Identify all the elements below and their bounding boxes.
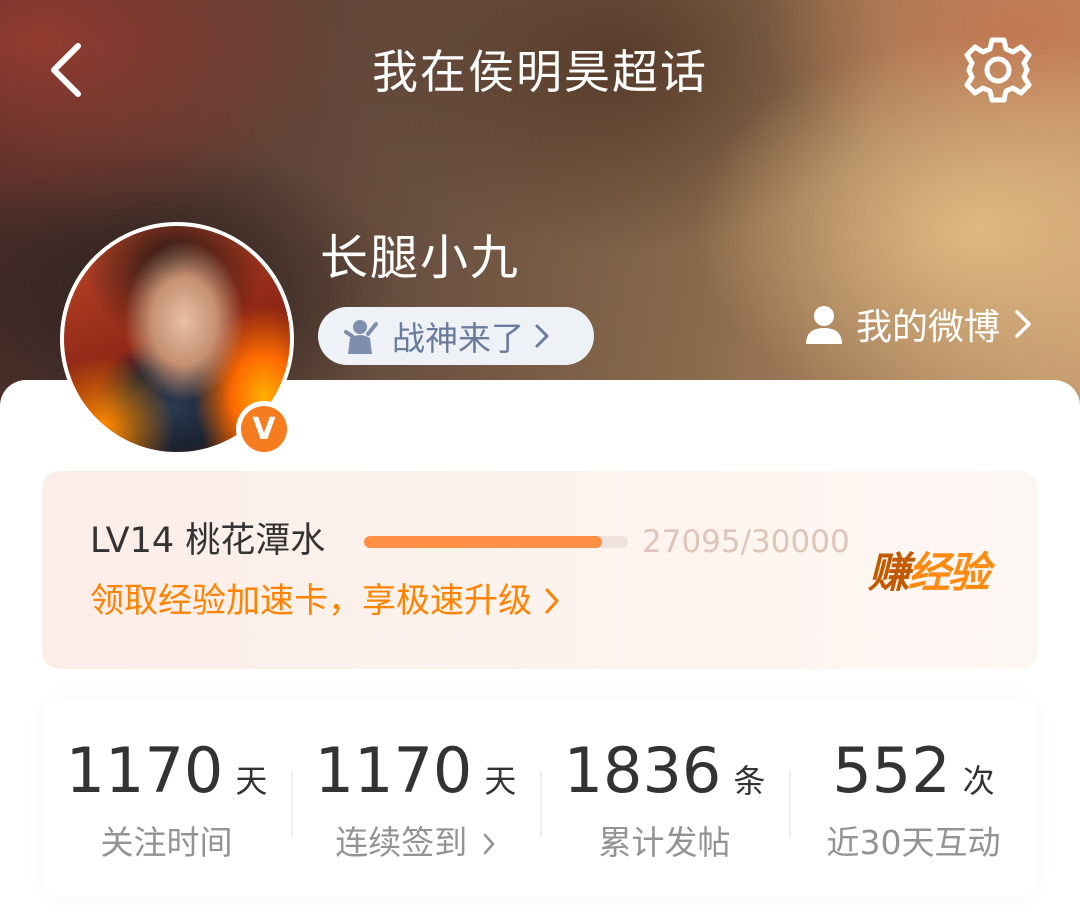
stats-card: 1170 天 关注时间 1170 天 连续签到 1836 条 累计发帖 552 次 近3…	[42, 697, 1038, 897]
stat-label: 累计发帖	[598, 823, 731, 862]
verified-badge: V	[236, 401, 292, 457]
stat-value: 1170	[314, 734, 473, 807]
level-progress-text: 27095/30000	[642, 524, 850, 560]
mascot-icon	[344, 320, 378, 354]
chevron-right-icon	[1015, 310, 1031, 338]
level-name: LV14 桃花潭水	[90, 521, 326, 561]
level-progress-fill	[364, 536, 603, 548]
stat-label-text: 连续签到	[335, 823, 468, 862]
stat-checkin-streak[interactable]: 1170 天 连续签到	[291, 697, 540, 897]
stat-unit: 次	[962, 762, 995, 800]
stat-label: 连续签到	[291, 821, 540, 865]
stat-unit: 条	[733, 762, 766, 800]
chevron-right-icon	[483, 833, 494, 855]
verified-icon: V	[241, 406, 287, 452]
page-title: 我在侯明昊超话	[372, 45, 708, 99]
chevron-right-icon	[535, 324, 549, 348]
stat-label: 关注时间	[100, 823, 233, 862]
chevron-right-icon	[545, 588, 559, 614]
level-progress-bar	[364, 536, 628, 548]
stat-interactions: 552 次 近30天互动	[789, 697, 1038, 897]
stat-value: 1836	[563, 734, 722, 807]
stat-label: 近30天互动	[826, 823, 1001, 862]
settings-button[interactable]	[958, 32, 1038, 108]
level-card: LV14 桃花潭水 27095/30000 领取经验加速卡，享极速升级 赚经验	[42, 471, 1038, 669]
earn-exp-label-part1: 赚	[868, 548, 910, 597]
exp-booster-link[interactable]: 领取经验加速卡，享极速升级	[90, 577, 560, 625]
fan-badge-button[interactable]: 战神来了	[318, 307, 594, 365]
earn-exp-button[interactable]: 赚经验	[868, 545, 990, 601]
exp-booster-label: 领取经验加速卡，享极速升级	[90, 581, 532, 621]
stat-total-posts: 1836 条 累计发帖	[540, 697, 789, 897]
stat-unit: 天	[484, 762, 517, 800]
my-weibo-link[interactable]: 我的微博	[804, 296, 1032, 352]
my-weibo-label: 我的微博	[855, 307, 1000, 348]
stat-follow-days: 1170 天 关注时间	[42, 697, 291, 897]
username: 长腿小九	[320, 230, 521, 286]
stat-value: 552	[832, 734, 951, 807]
stat-value: 1170	[65, 734, 224, 807]
stat-unit: 天	[235, 762, 268, 800]
earn-exp-label-part2: 经验	[908, 548, 990, 597]
user-icon	[805, 306, 842, 344]
fan-badge-label: 战神来了	[392, 319, 524, 358]
gear-icon	[964, 37, 1032, 103]
